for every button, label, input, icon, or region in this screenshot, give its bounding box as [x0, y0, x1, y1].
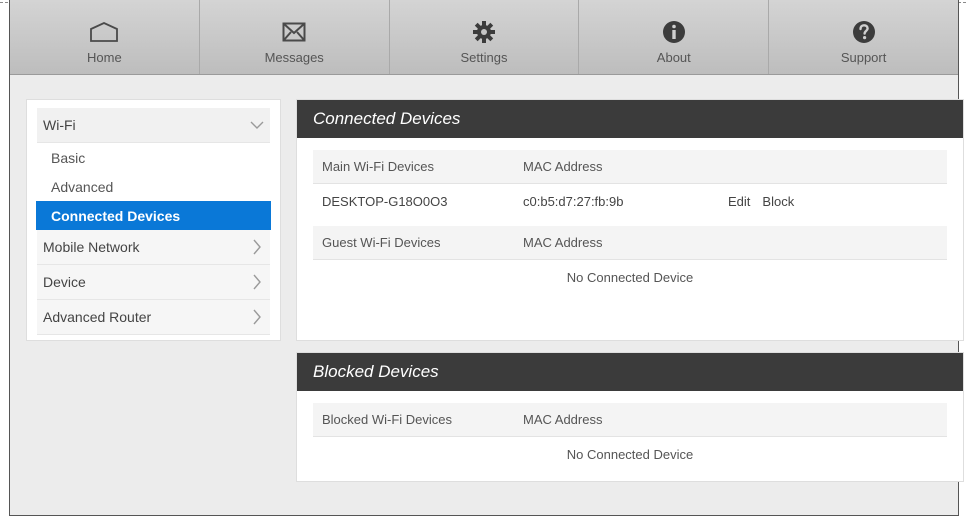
- block-button[interactable]: Block: [762, 194, 794, 209]
- chevron-right-icon: [250, 308, 264, 326]
- nav-home[interactable]: Home: [10, 0, 199, 74]
- blocked-devices-panel: Blocked Devices Blocked Wi-Fi Devices MA…: [296, 352, 964, 482]
- nav-label-support: Support: [840, 50, 887, 65]
- connected-devices-body: Main Wi-Fi Devices MAC Address DESKTOP-G…: [297, 138, 963, 294]
- sidebar-subitem-connected-devices[interactable]: Connected Devices: [36, 201, 271, 230]
- empty-message: No Connected Device: [566, 446, 694, 462]
- question-icon: [849, 18, 879, 46]
- device-name: DESKTOP-G18O0O3: [322, 193, 448, 209]
- sidebar-subitem-basic[interactable]: Basic: [37, 143, 270, 172]
- chevron-down-icon: [250, 116, 264, 134]
- top-nav: Home Messages Settings About Support: [10, 0, 958, 75]
- sidebar-item-wifi[interactable]: Wi-Fi: [37, 108, 270, 143]
- table-header: Blocked Wi-Fi Devices MAC Address: [313, 403, 947, 437]
- empty-message: No Connected Device: [566, 269, 694, 285]
- gear-icon: [469, 18, 499, 46]
- row-actions: Edit Block: [728, 194, 794, 209]
- info-icon: [659, 18, 689, 46]
- nav-label-messages: Messages: [264, 50, 324, 65]
- nav-label-home: Home: [87, 50, 122, 65]
- nav-settings[interactable]: Settings: [388, 0, 579, 74]
- device-mac: c0:b5:d7:27:fb:9b: [523, 193, 624, 209]
- panel-title: Blocked Devices: [297, 353, 963, 391]
- blocked-devices-body: Blocked Wi-Fi Devices MAC Address No Con…: [297, 391, 963, 471]
- sidebar: Wi-Fi Basic Advanced Connected Devices M…: [26, 99, 281, 341]
- connected-devices-panel: Connected Devices Main Wi-Fi Devices MAC…: [296, 99, 964, 341]
- column-header: MAC Address: [523, 235, 603, 250]
- chevron-right-icon: [250, 273, 264, 291]
- nav-label-about: About: [656, 50, 691, 65]
- app-frame: Home Messages Settings About Support Wi-…: [9, 0, 964, 516]
- column-header: Blocked Wi-Fi Devices: [322, 412, 453, 427]
- table-row: DESKTOP-G18O0O3 c0:b5:d7:27:fb:9b Edit B…: [313, 184, 947, 218]
- column-header: Guest Wi-Fi Devices: [322, 235, 441, 250]
- nav-messages[interactable]: Messages: [198, 0, 389, 74]
- nav-about[interactable]: About: [578, 0, 768, 74]
- sidebar-subitem-advanced[interactable]: Advanced: [37, 172, 270, 201]
- column-header: Main Wi-Fi Devices: [322, 159, 434, 174]
- sidebar-item-mobile-network[interactable]: Mobile Network: [37, 230, 270, 265]
- home-icon: [89, 18, 119, 46]
- sidebar-item-label: Device: [43, 274, 86, 290]
- column-header: MAC Address: [523, 159, 603, 174]
- envelope-icon: [279, 18, 309, 46]
- column-header: MAC Address: [523, 412, 603, 427]
- sidebar-item-label: Advanced Router: [43, 309, 152, 325]
- panel-title: Connected Devices: [297, 100, 963, 138]
- sidebar-item-advanced-router[interactable]: Advanced Router: [37, 300, 270, 335]
- nav-support[interactable]: Support: [768, 0, 958, 74]
- edit-button[interactable]: Edit: [728, 194, 750, 209]
- table-header: Guest Wi-Fi Devices MAC Address: [313, 226, 947, 260]
- sidebar-item-label: Mobile Network: [43, 239, 140, 255]
- sidebar-item-label: Wi-Fi: [43, 117, 76, 133]
- sidebar-item-device[interactable]: Device: [37, 265, 270, 300]
- chevron-right-icon: [250, 238, 264, 256]
- table-header: Main Wi-Fi Devices MAC Address: [313, 150, 947, 184]
- nav-label-settings: Settings: [460, 50, 508, 65]
